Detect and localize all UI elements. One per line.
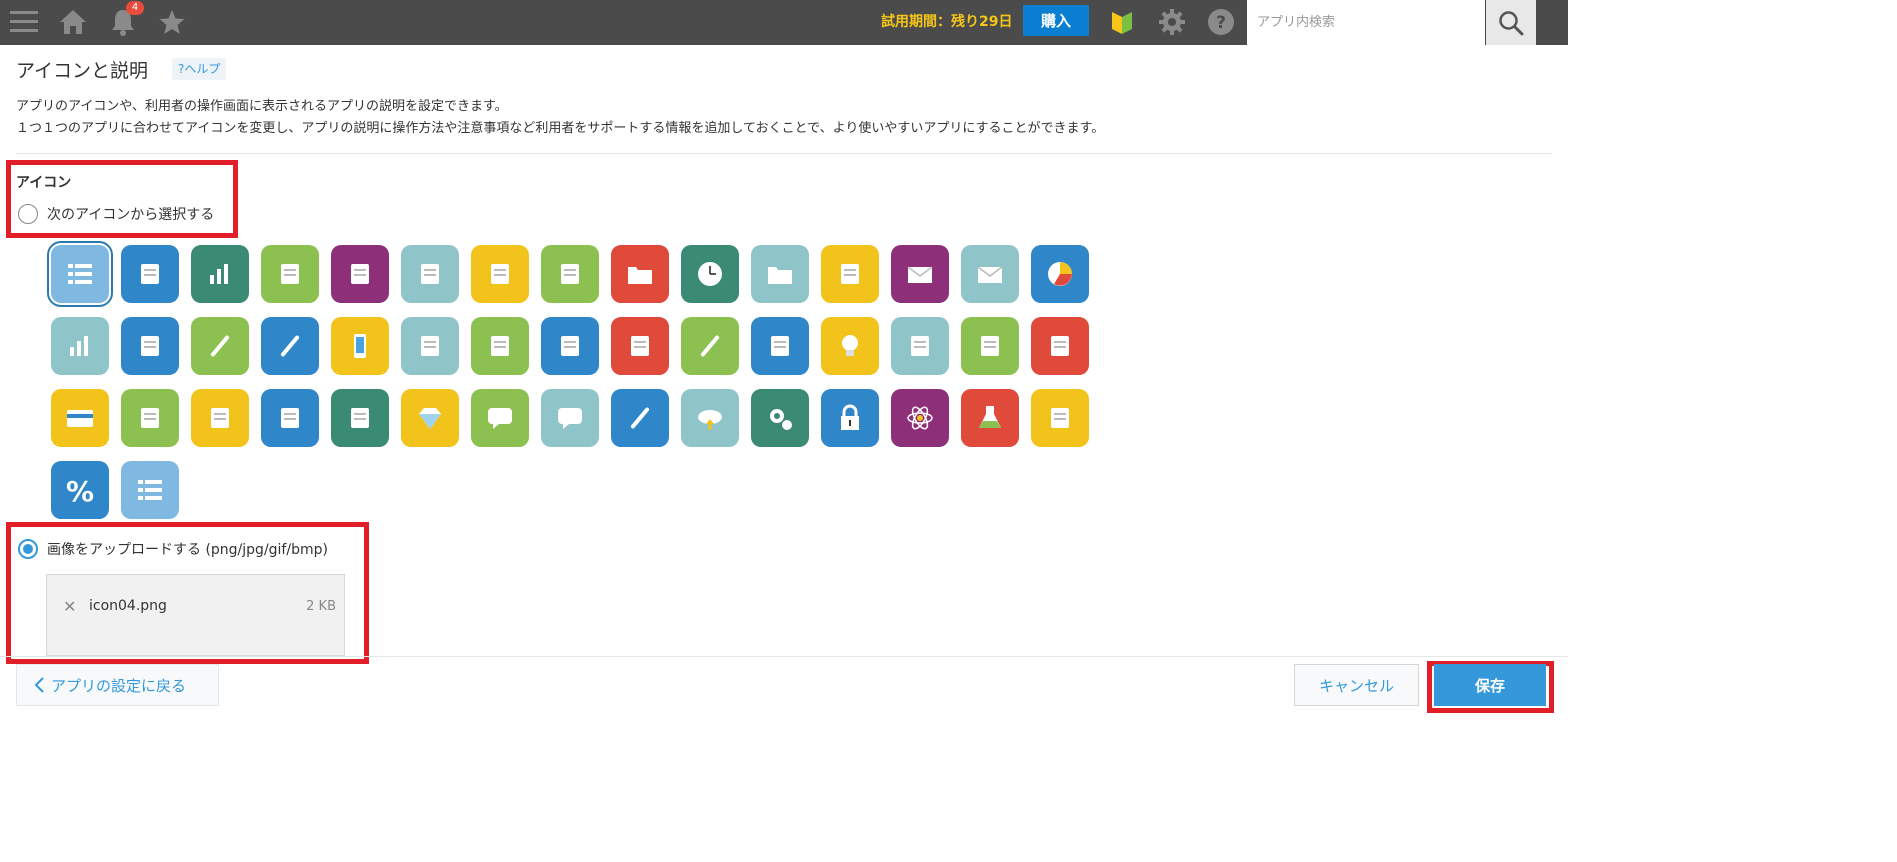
- pie-chart-icon[interactable]: [1031, 245, 1089, 303]
- flask-icon[interactable]: [961, 389, 1019, 447]
- menu-icon[interactable]: [8, 6, 40, 38]
- cloud-upload-icon[interactable]: [681, 389, 739, 447]
- telephone-icon[interactable]: [401, 317, 459, 375]
- abacus-icon[interactable]: [261, 389, 319, 447]
- bar-chart-icon[interactable]: [191, 245, 249, 303]
- remove-file-icon[interactable]: ✕: [63, 597, 76, 616]
- app-search-input[interactable]: [1247, 0, 1485, 45]
- page-description-line-2: １つ１つのアプリに合わせてアイコンを変更し、アプリの説明に操作方法や注意事項など…: [16, 121, 1105, 136]
- office-chair-icon[interactable]: [891, 317, 949, 375]
- list-icon[interactable]: [47, 241, 113, 307]
- search-button[interactable]: [1486, 0, 1536, 45]
- clipboard-icon[interactable]: [471, 245, 529, 303]
- back-button-label: アプリの設定に戻る: [51, 676, 187, 695]
- icon-section-label: アイコン: [16, 175, 72, 191]
- home-icon[interactable]: [57, 6, 89, 38]
- uploaded-file-name: icon04.png: [89, 598, 167, 614]
- notification-count-badge: 4: [126, 1, 144, 15]
- thought-bubble-icon[interactable]: [541, 389, 599, 447]
- coffee-cup-icon[interactable]: [121, 317, 179, 375]
- radio-upload-image-label: 画像をアップロードする (png/jpg/gif/bmp): [47, 542, 328, 558]
- wallet-icon[interactable]: [961, 317, 1019, 375]
- wrench-icon[interactable]: [611, 389, 669, 447]
- padlock-icon[interactable]: [821, 389, 879, 447]
- footer-divider: [0, 656, 1568, 657]
- trial-period-text: 試用期間：残り29日: [881, 14, 1013, 30]
- paperclip-icon[interactable]: [261, 317, 319, 375]
- page-title: アイコンと説明: [16, 60, 149, 82]
- gear-icon[interactable]: [1156, 6, 1188, 38]
- id-card-icon[interactable]: [821, 245, 879, 303]
- credit-card-icon[interactable]: [51, 389, 109, 447]
- section-divider: [16, 153, 1552, 154]
- calendar-icon[interactable]: [541, 317, 599, 375]
- glasses-icon[interactable]: [191, 389, 249, 447]
- top-navigation-bar: 4 試用期間：残り29日 購入 ?: [0, 0, 1568, 45]
- speech-bubble-icon[interactable]: [471, 389, 529, 447]
- save-button[interactable]: 保存: [1434, 664, 1546, 706]
- chevron-left-icon: [34, 677, 44, 693]
- pencil-icon[interactable]: [681, 317, 739, 375]
- svg-text:?: ?: [1216, 13, 1226, 33]
- cancel-button[interactable]: キャンセル: [1294, 664, 1419, 706]
- radio-select-icon-label: 次のアイコンから選択する: [47, 207, 215, 223]
- search-icon: [1499, 10, 1524, 35]
- atom-icon[interactable]: [891, 389, 949, 447]
- uploaded-file-box: ✕ icon04.png 2 KB: [46, 574, 345, 656]
- mouse-icon[interactable]: [751, 317, 809, 375]
- briefcase-icon[interactable]: [471, 317, 529, 375]
- laptop-icon[interactable]: [261, 245, 319, 303]
- page-description-line-1: アプリのアイコンや、利用者の操作画面に表示されるアプリの説明を設定できます。: [16, 99, 508, 114]
- calculator-icon[interactable]: [401, 245, 459, 303]
- help-icon[interactable]: ?: [1205, 6, 1237, 38]
- card-in-hand-icon[interactable]: [121, 389, 179, 447]
- pushpin-icon[interactable]: [191, 317, 249, 375]
- clock-icon[interactable]: [681, 245, 739, 303]
- svg-text:%: %: [66, 475, 94, 505]
- mail-icon[interactable]: [961, 245, 1019, 303]
- radio-upload-image[interactable]: [18, 539, 38, 559]
- radio-select-icon-row[interactable]: 次のアイコンから選択する: [18, 204, 214, 224]
- percent-icon[interactable]: %: [51, 461, 109, 519]
- monitor-chart-icon[interactable]: [51, 317, 109, 375]
- binders-icon[interactable]: [611, 245, 669, 303]
- megaphone-icon[interactable]: [611, 317, 669, 375]
- safe-icon[interactable]: [331, 389, 389, 447]
- envelope-open-icon[interactable]: [891, 245, 949, 303]
- fuel-pump-icon[interactable]: [1031, 389, 1089, 447]
- buy-button[interactable]: 購入: [1023, 5, 1089, 36]
- printer-icon[interactable]: [541, 245, 599, 303]
- uploaded-file-size: 2 KB: [306, 599, 336, 614]
- radio-select-icon[interactable]: [18, 204, 38, 224]
- documents-icon[interactable]: [121, 245, 179, 303]
- touch-icon[interactable]: [331, 245, 389, 303]
- gears-icon[interactable]: [751, 389, 809, 447]
- star-icon[interactable]: [156, 6, 188, 38]
- list-light-icon[interactable]: [121, 461, 179, 519]
- smartphone-icon[interactable]: [331, 317, 389, 375]
- beginner-mark-icon[interactable]: [1106, 6, 1138, 38]
- folder-icon[interactable]: [751, 245, 809, 303]
- back-to-app-settings-button[interactable]: アプリの設定に戻る: [16, 664, 219, 706]
- piggy-bank-icon[interactable]: [1031, 317, 1089, 375]
- help-link[interactable]: ?ヘルプ: [172, 58, 227, 80]
- lightbulb-icon[interactable]: [821, 317, 879, 375]
- diamond-icon[interactable]: [401, 389, 459, 447]
- radio-upload-image-row[interactable]: 画像をアップロードする (png/jpg/gif/bmp): [18, 539, 328, 559]
